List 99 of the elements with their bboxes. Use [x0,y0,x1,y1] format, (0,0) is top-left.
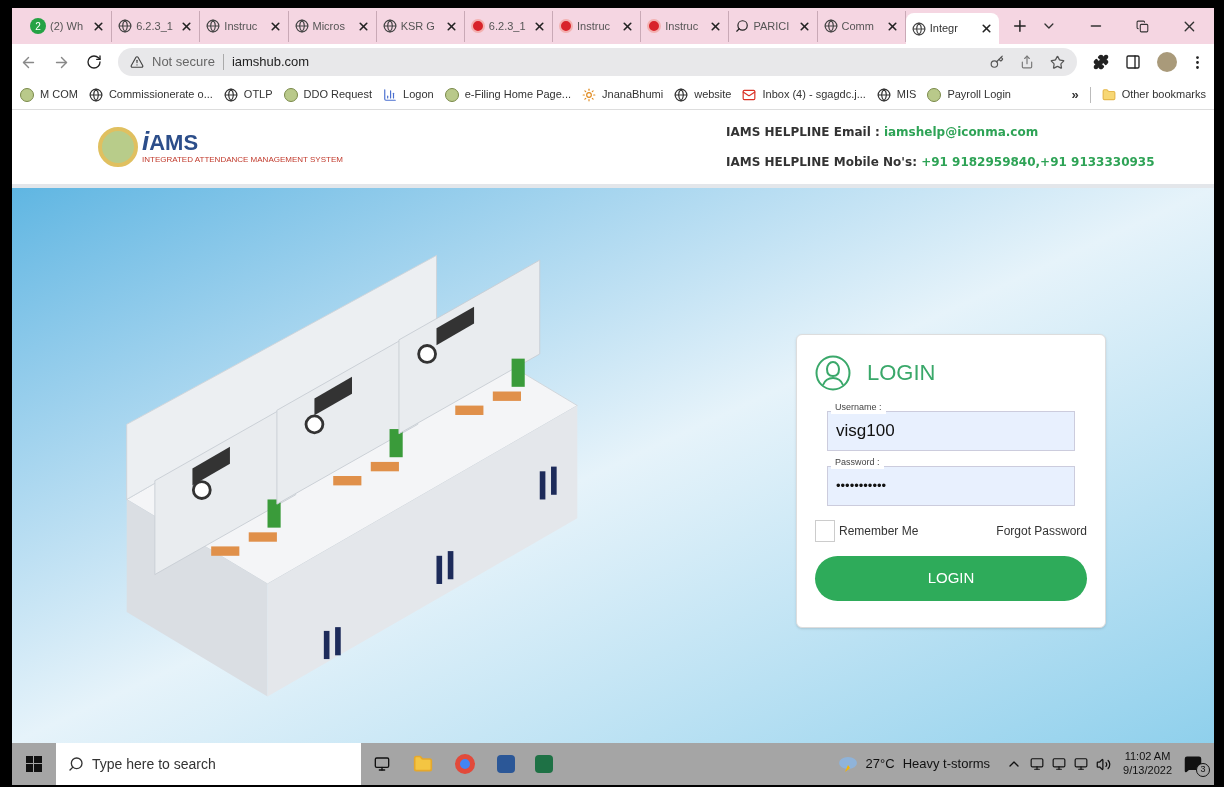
bookmark-link[interactable]: Commissionerate o... [88,86,213,103]
tab-title: 6.2.3_1 [488,18,527,34]
state-emblem-logo [98,127,138,167]
browser-tab[interactable]: PARICI [729,10,818,42]
security-label: Not secure [152,53,215,72]
volume-icon[interactable] [1096,756,1112,772]
login-title: LOGIN [867,359,936,387]
more-bookmarks-button[interactable]: » [1071,84,1079,105]
magnifier-icon [735,19,750,33]
emblem-icon [927,87,942,102]
close-icon[interactable] [797,19,811,33]
browser-tab[interactable]: Integr [905,13,999,44]
side-panel-icon[interactable] [1125,54,1141,70]
bookmark-link[interactable]: Logon [383,86,434,103]
browser-tab[interactable]: Micros [288,10,377,42]
username-field[interactable]: visg100 [827,410,1075,451]
browser-tab[interactable]: Instruc [200,10,289,42]
share-icon[interactable] [1020,55,1034,69]
bookmark-link[interactable]: Inbox (4) - sgagdc.j... [742,86,866,103]
notification-badge: 2 [30,18,46,34]
address-bar[interactable]: Not secure iamshub.com [118,48,1077,76]
close-icon[interactable] [444,19,458,33]
bookmark-link[interactable]: OTLP [223,86,273,103]
profile-avatar[interactable] [1157,52,1177,72]
tab-title: Instruc [224,18,259,34]
browser-tab[interactable]: Instruc [641,10,730,42]
remember-me-label: Remember Me [839,522,920,540]
bookmark-link[interactable]: M COM [20,86,78,103]
reload-icon[interactable] [86,54,102,70]
bookmark-link[interactable]: Payroll Login [927,86,1011,103]
bookmark-link[interactable]: e-Filing Home Page... [444,86,572,103]
tab-title: (2) Wh [50,18,84,34]
password-field[interactable]: ••••••••••• [827,465,1075,506]
sun-icon [582,87,597,102]
site-logo-icon [647,19,662,33]
browser-tab[interactable]: KSR G [376,10,465,42]
logo-subtitle: INTEGRATED ATTENDANCE MANAGEMENT SYSTEM [142,154,343,166]
tab-title: Integr [929,21,959,37]
iams-logo-text: iAMS [142,128,200,154]
globe-icon [823,19,838,33]
globe-icon [911,21,926,36]
globe-icon [876,87,891,102]
site-logo-icon [470,19,485,33]
taskbar-search-field[interactable]: Type here to search [56,743,361,785]
mail-icon [742,87,757,102]
windows-start-icon[interactable] [26,756,42,772]
globe-icon [118,19,133,33]
globe-icon [206,19,221,33]
url-text: iamshub.com [231,53,311,72]
tab-title: Instruc [665,18,700,34]
tab-title: 6.2.3_1 [136,18,174,34]
close-icon[interactable] [356,19,370,33]
tab-title: Micros [312,18,346,34]
key-icon[interactable] [990,55,1004,69]
forgot-password-link[interactable]: Forgot Password [996,521,1087,540]
extensions-icon[interactable] [1093,54,1109,70]
other-bookmarks-link[interactable]: Other bookmarks [1101,86,1206,103]
weather-condition: Heavy t-storms [902,755,991,774]
clock[interactable]: 11:02 AM 9/13/2022 [1123,750,1172,778]
globe-icon [674,87,689,102]
browser-tab[interactable]: Comm [817,10,906,42]
globe-icon [223,87,238,102]
close-icon[interactable] [885,19,899,33]
helpline-mobile: +91 9182959840,+91 9133330935 [921,154,1155,171]
emblem-icon [20,87,34,102]
network-icon[interactable] [1074,757,1089,771]
browser-tab[interactable]: 6.2.3_1 [464,10,554,42]
tab-title: PARICI [753,18,791,34]
emblem-icon [444,87,459,102]
tab-title: KSR G [400,18,436,34]
notification-count: 3 [1196,763,1210,777]
emblem-icon [283,87,298,102]
temperature: 27°C [865,755,895,774]
close-icon[interactable] [979,22,993,35]
user-icon [815,354,851,391]
globe-icon [382,19,397,33]
search-icon [68,756,84,772]
bookmark-star-icon[interactable] [1050,54,1065,70]
bookmark-link[interactable]: website [674,86,732,103]
globe-icon [294,19,309,33]
site-logo-icon [559,19,574,33]
helpline-mobile-label: IAMS HELPLINE Mobile No's: [726,154,918,171]
browser-tab[interactable]: 2 (2) Wh [24,10,113,42]
tab-title: Comm [841,18,875,34]
remember-checkbox[interactable] [815,519,835,542]
close-icon[interactable] [268,19,282,33]
bar-chart-icon [383,87,398,102]
bookmark-link[interactable]: MIS [876,86,917,103]
folder-icon [1101,87,1116,102]
warning-icon [130,55,144,69]
bookmark-link[interactable]: DDO Request [283,86,373,103]
tab-title: Instruc [577,18,612,34]
restore-icon[interactable] [1136,19,1150,33]
browser-tab[interactable]: Instruc [553,10,642,42]
bookmark-link[interactable]: JnanaBhumi [582,86,664,103]
globe-icon [88,87,103,102]
helpline-email-label: IAMS HELPLINE Email : [726,124,881,141]
storm-cloud-icon [837,755,858,773]
browser-tab[interactable]: 6.2.3_1 [112,10,201,42]
